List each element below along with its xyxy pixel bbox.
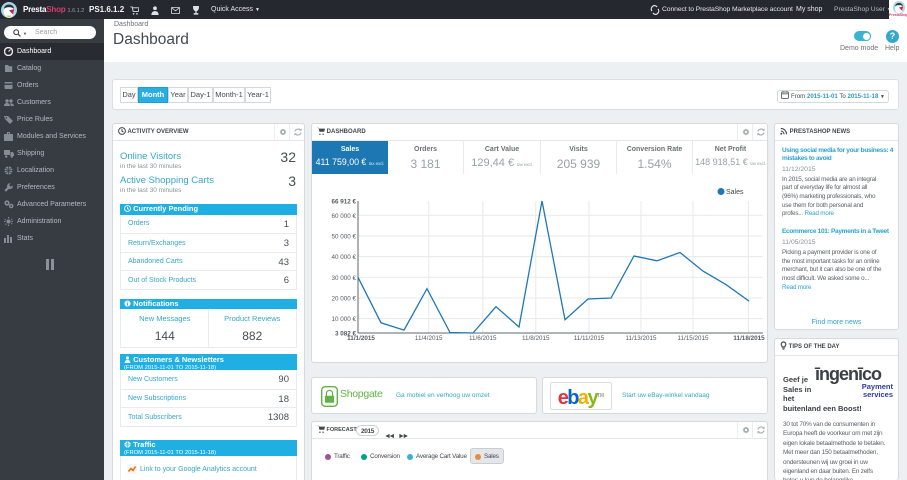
- svg-text:11/13/2015: 11/13/2015: [625, 335, 657, 342]
- svg-text:11/6/2015: 11/6/2015: [469, 335, 497, 342]
- svg-text:11/18/2015: 11/18/2015: [733, 335, 765, 342]
- svg-text:60 000 €: 60 000 €: [331, 213, 356, 220]
- svg-text:40 000 €: 40 000 €: [331, 254, 356, 261]
- svg-text:11/15/2015: 11/15/2015: [677, 335, 709, 342]
- svg-text:20 000 €: 20 000 €: [331, 296, 356, 303]
- svg-text:11/8/2015: 11/8/2015: [522, 335, 550, 342]
- svg-text:30 000 €: 30 000 €: [331, 275, 356, 282]
- svg-text:11/4/2015: 11/4/2015: [415, 335, 443, 342]
- svg-text:11/1/2015: 11/1/2015: [347, 335, 375, 342]
- svg-text:50 000 €: 50 000 €: [331, 234, 356, 241]
- svg-text:Sales: Sales: [726, 189, 744, 196]
- svg-text:66 912 €: 66 912 €: [331, 199, 356, 206]
- svg-text:11/11/2015: 11/11/2015: [574, 335, 605, 342]
- svg-text:10 000 €: 10 000 €: [331, 316, 356, 323]
